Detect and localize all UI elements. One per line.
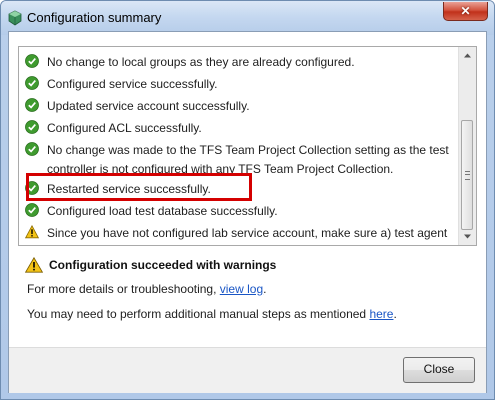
summary-text: Configuration succeeded with warnings [49,258,277,272]
details-suffix: . [263,282,267,296]
scroll-grip-icon [465,171,470,180]
details-prefix: For more details or troubleshooting, [27,282,220,296]
window-title: Configuration summary [27,10,162,25]
log-scrollbar[interactable] [458,47,476,245]
dialog-client-area: No change to local groups as they are al… [8,31,487,393]
close-icon: ✕ [460,4,471,18]
manual-suffix: . [393,307,397,321]
close-button[interactable]: Close [403,357,475,383]
configuration-summary-window: Configuration summary ✕ No change to loc… [0,0,495,400]
title-close-button[interactable]: ✕ [443,2,488,21]
view-log-link[interactable]: view log [220,282,263,296]
configuration-wizard-icon [8,10,22,26]
green-check-icon [25,76,39,90]
green-check-icon [25,203,39,217]
scroll-thumb[interactable] [461,120,473,230]
log-item-text: Since you have not configured lab servic… [47,226,448,240]
configuration-log-list[interactable]: No change to local groups as they are al… [18,46,477,246]
scroll-up-arrow-icon[interactable] [463,51,472,60]
title-bar[interactable]: Configuration summary ✕ [1,1,494,35]
dialog-footer: Close [9,347,486,393]
here-link[interactable]: here [369,307,393,321]
green-check-icon [25,120,39,134]
highlight-annotation-box [26,173,252,201]
log-item-text: No change to local groups as they are al… [47,55,355,69]
details-line: For more details or troubleshooting, vie… [27,282,266,296]
green-check-icon [25,142,39,156]
log-item-text: Configured ACL successfully. [47,121,202,135]
log-item-text: Updated service account successfully. [47,99,250,113]
manual-steps-line: You may need to perform additional manua… [27,307,397,321]
scroll-down-arrow-icon[interactable] [463,232,472,241]
green-check-icon [25,98,39,112]
manual-prefix: You may need to perform additional manua… [27,307,370,321]
log-item-text: Configured service successfully. [47,77,218,91]
log-item-text: Configured load test database successful… [47,204,278,218]
green-check-icon [25,54,39,68]
warning-icon [25,257,43,273]
warning-icon [25,225,39,239]
